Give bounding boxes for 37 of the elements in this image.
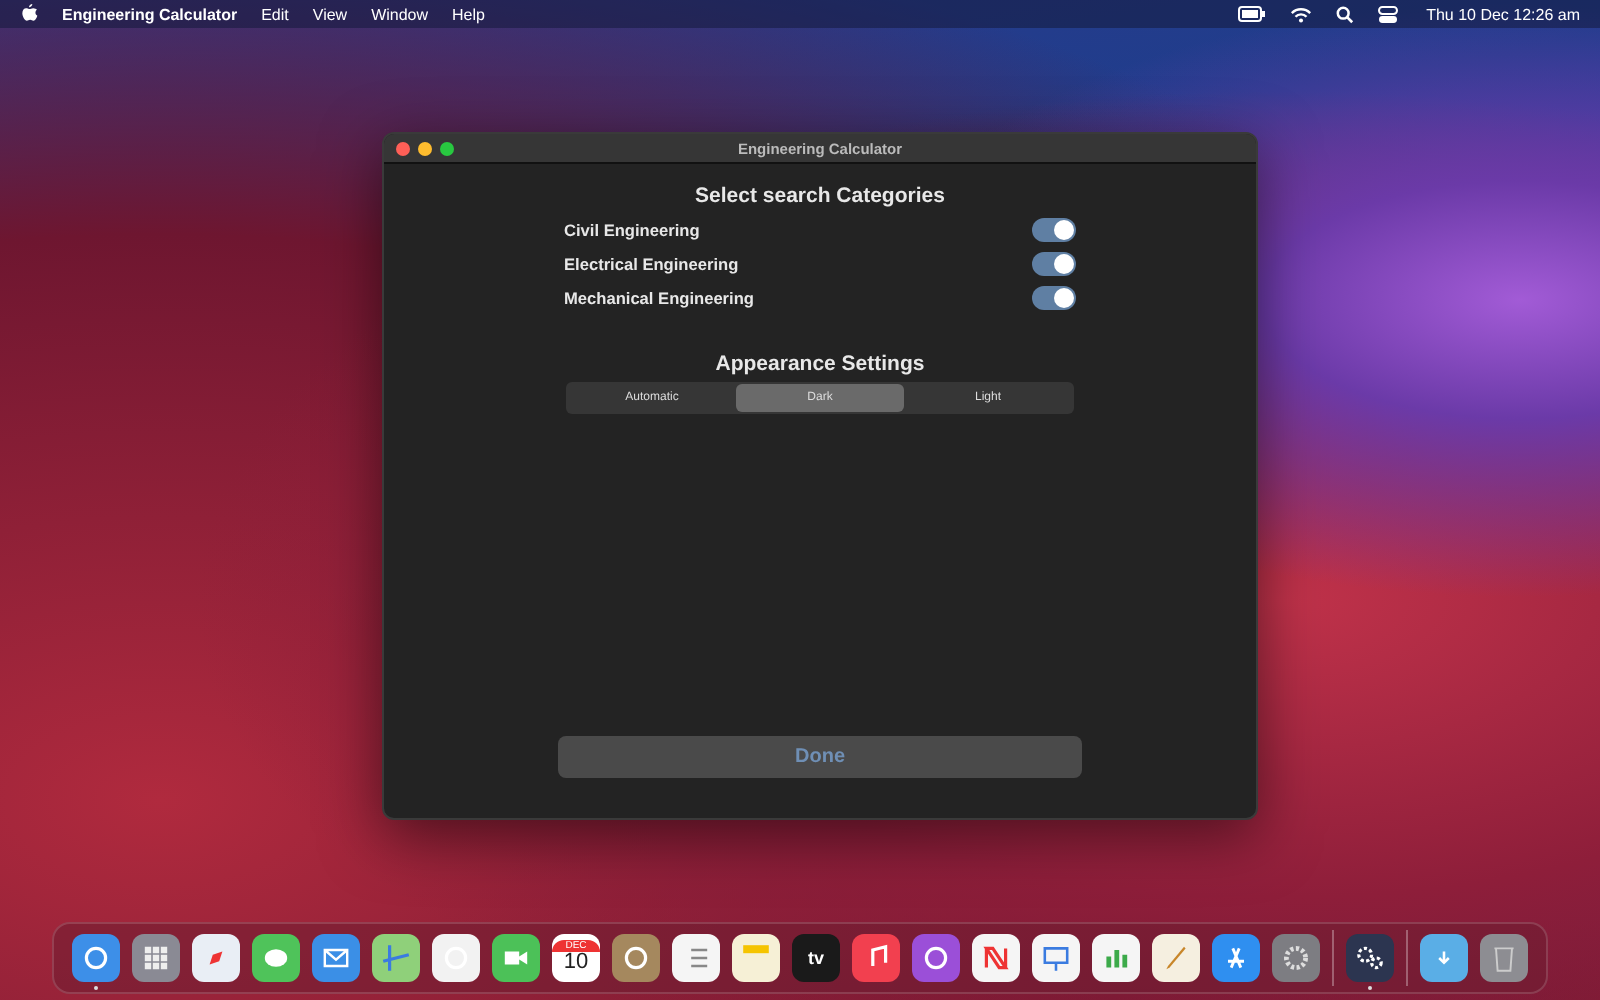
apple-icon[interactable] xyxy=(20,4,38,24)
category-label: Civil Engineering xyxy=(564,220,700,241)
category-label: Electrical Engineering xyxy=(564,254,739,275)
battery-icon[interactable] xyxy=(1238,6,1267,22)
wifi-icon[interactable] xyxy=(1290,5,1313,23)
section-heading: Appearance Settings xyxy=(715,352,925,377)
pen-icon[interactable] xyxy=(1152,933,1200,981)
section-heading: Select search Categories xyxy=(695,184,945,208)
list-icon[interactable] xyxy=(672,933,720,981)
news-icon[interactable] xyxy=(972,933,1020,981)
folder-icon[interactable] xyxy=(1420,933,1468,981)
grid-icon[interactable] xyxy=(132,933,180,981)
trash-icon[interactable] xyxy=(1480,933,1528,981)
tv-icon[interactable]: tv xyxy=(792,933,840,981)
gears-icon[interactable] xyxy=(1346,933,1394,981)
toggle-switch[interactable] xyxy=(1032,218,1076,243)
menu-item[interactable]: Window xyxy=(371,5,429,23)
bubble-icon[interactable] xyxy=(252,933,300,981)
menu-bar-clock[interactable]: Thu 10 Dec 12:26 am xyxy=(1426,5,1580,23)
camera-icon[interactable] xyxy=(492,933,540,981)
minimize-button[interactable] xyxy=(418,141,432,155)
control-center-icon[interactable] xyxy=(1378,5,1399,23)
app-menu[interactable]: Engineering Calculator xyxy=(62,5,238,23)
chart-icon[interactable] xyxy=(1092,933,1140,981)
close-button[interactable] xyxy=(396,141,410,155)
toggle-switch[interactable] xyxy=(1032,285,1076,310)
zoom-button[interactable] xyxy=(440,141,454,155)
gear-icon[interactable] xyxy=(1272,933,1320,981)
envelope-icon[interactable] xyxy=(312,933,360,981)
note-icon[interactable] xyxy=(732,933,780,981)
menu-item[interactable]: Edit xyxy=(261,5,289,23)
search-icon[interactable] xyxy=(1336,5,1355,23)
presentation-icon[interactable] xyxy=(1032,933,1080,981)
menu-item[interactable]: Help xyxy=(452,5,485,23)
menu-item[interactable]: View xyxy=(312,5,348,23)
toggle-switch[interactable] xyxy=(1032,252,1076,277)
category-label: Mechanical Engineering xyxy=(564,287,754,308)
